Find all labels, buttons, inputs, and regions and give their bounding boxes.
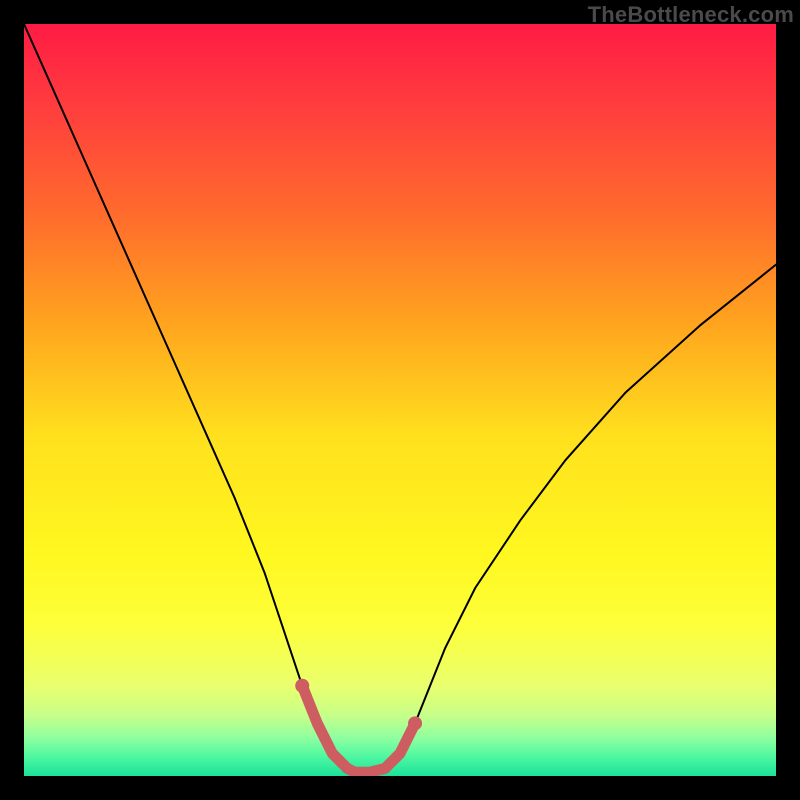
chart-frame: TheBottleneck.com bbox=[0, 0, 800, 800]
optimal-range-dot bbox=[295, 679, 309, 693]
chart-plot-area bbox=[24, 24, 776, 776]
chart-background-gradient bbox=[24, 24, 776, 776]
optimal-range-dot bbox=[408, 716, 422, 730]
chart-svg bbox=[24, 24, 776, 776]
watermark-text: TheBottleneck.com bbox=[588, 2, 794, 28]
